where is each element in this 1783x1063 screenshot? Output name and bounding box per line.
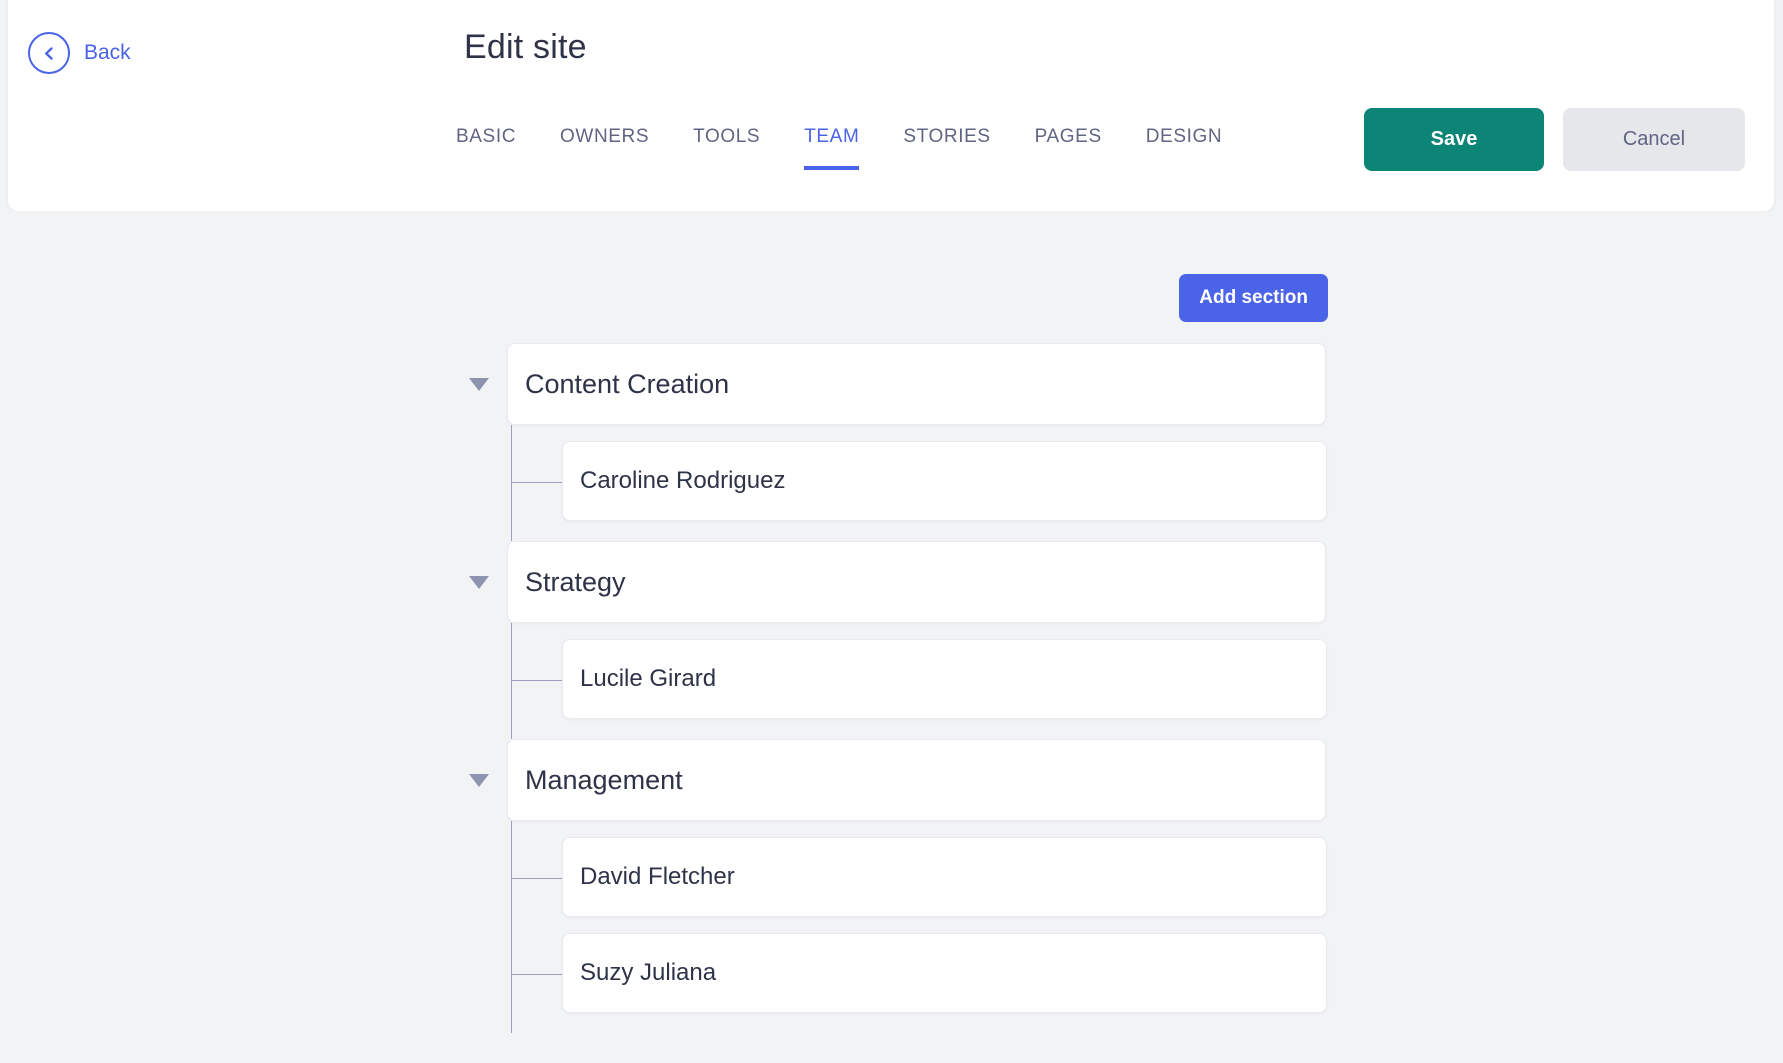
tab-bar: BASIC OWNERS TOOLS TEAM STORIES PAGES DE… <box>456 126 1222 170</box>
tab-pages[interactable]: PAGES <box>1035 126 1102 170</box>
header-actions: Save Cancel <box>1364 108 1745 171</box>
tab-team[interactable]: TEAM <box>804 126 860 170</box>
member-row: Suzy Juliana <box>512 917 1340 1013</box>
add-section-button[interactable]: Add section <box>1179 274 1328 322</box>
member-name: Lucile Girard <box>580 665 717 692</box>
section-card[interactable]: Management <box>507 739 1326 821</box>
chevron-left-circle-icon <box>28 32 70 74</box>
member-card[interactable]: Lucile Girard <box>562 639 1327 719</box>
member-list: Caroline Rodriguez <box>0 425 1340 541</box>
member-row: David Fletcher <box>512 821 1340 917</box>
save-button[interactable]: Save <box>1364 108 1544 171</box>
section-card[interactable]: Content Creation <box>507 343 1326 425</box>
page-title: Edit site <box>464 28 587 66</box>
section-row: Management <box>0 739 1340 821</box>
member-list-tail <box>512 521 1340 541</box>
header-card: Back Edit site BASIC OWNERS TOOLS TEAM S… <box>8 0 1774 211</box>
caret-down-icon[interactable] <box>466 377 492 391</box>
member-name: Caroline Rodriguez <box>580 467 786 494</box>
content-area: Add section Content Creation Caroline Rod… <box>0 211 1783 1063</box>
back-label: Back <box>84 41 131 64</box>
tab-basic[interactable]: BASIC <box>456 126 516 170</box>
tab-owners[interactable]: OWNERS <box>560 126 649 170</box>
member-list-tail <box>512 1013 1340 1033</box>
caret-down-icon[interactable] <box>466 575 492 589</box>
member-name: David Fletcher <box>580 863 735 890</box>
tree-branch-line <box>512 680 562 681</box>
member-card[interactable]: Caroline Rodriguez <box>562 441 1327 521</box>
member-row: Lucile Girard <box>512 623 1340 719</box>
add-section-row: Add section <box>0 274 1328 322</box>
member-name: Suzy Juliana <box>580 959 717 986</box>
tree-branch-line <box>512 482 562 483</box>
tree-branch-line <box>512 974 562 975</box>
member-card[interactable]: Suzy Juliana <box>562 933 1327 1013</box>
member-row: Caroline Rodriguez <box>512 425 1340 521</box>
section-card[interactable]: Strategy <box>507 541 1326 623</box>
tab-stories[interactable]: STORIES <box>903 126 990 170</box>
tab-tools[interactable]: TOOLS <box>693 126 760 170</box>
section-block: Management David Fletcher Suzy Juliana <box>0 739 1340 1033</box>
member-list: David Fletcher Suzy Juliana <box>0 821 1340 1033</box>
member-list: Lucile Girard <box>0 623 1340 739</box>
section-title: Content Creation <box>525 368 730 399</box>
section-block: Strategy Lucile Girard <box>0 541 1340 739</box>
member-list-tail <box>512 719 1340 739</box>
section-title: Management <box>525 764 683 795</box>
section-block: Content Creation Caroline Rodriguez <box>0 343 1340 541</box>
back-button[interactable]: Back <box>28 32 131 74</box>
section-title: Strategy <box>525 566 626 597</box>
member-card[interactable]: David Fletcher <box>562 837 1327 917</box>
tree-branch-line <box>512 878 562 879</box>
tab-design[interactable]: DESIGN <box>1146 126 1222 170</box>
caret-down-icon[interactable] <box>466 773 492 787</box>
section-row: Content Creation <box>0 343 1340 425</box>
team-tree: Content Creation Caroline Rodriguez Strate… <box>0 343 1340 1033</box>
cancel-button[interactable]: Cancel <box>1563 108 1745 171</box>
section-row: Strategy <box>0 541 1340 623</box>
